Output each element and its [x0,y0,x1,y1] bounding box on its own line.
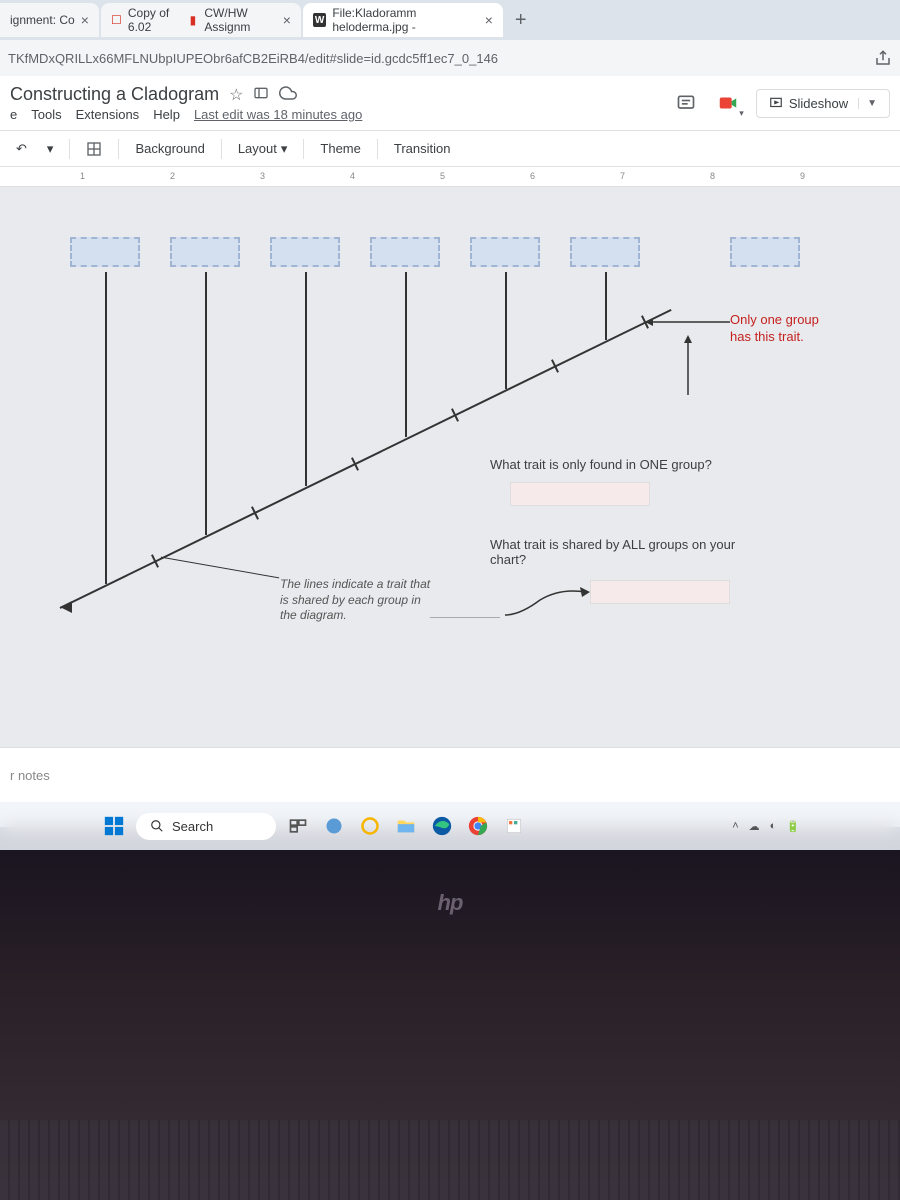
windows-taskbar: Search ˄ ☁ ◐ 🔋 [0,802,900,850]
layout-button[interactable]: Layout ▾ [230,137,296,161]
branch-line [205,272,207,535]
close-icon[interactable]: × [283,12,291,28]
arrow-icon [60,599,100,615]
meet-icon[interactable]: ▾ [714,89,742,117]
taxon-box[interactable] [370,237,440,267]
ruler-mark: 1 [80,171,85,181]
taxon-box[interactable] [170,237,240,267]
ruler: 1 2 3 4 5 6 7 8 9 [0,167,900,187]
wikipedia-icon: W [313,13,326,27]
taskbar-app-icon[interactable] [356,812,384,840]
dropdown-icon[interactable]: ▾ [39,137,62,161]
system-tray[interactable]: ˄ ☁ ◐ 🔋 [732,820,800,833]
file-explorer-icon[interactable] [392,812,420,840]
chrome-icon[interactable] [464,812,492,840]
branch-line [305,272,307,486]
connector-line [161,557,279,579]
arrow-icon [678,335,698,395]
taxon-box[interactable] [70,237,140,267]
ruler-mark: 9 [800,171,805,181]
annotation-only-one: Only one group has this trait. [730,312,860,346]
tab-label: ignment: Co [10,13,75,27]
laptop-bezel: hp [0,850,900,1200]
notes-placeholder: r notes [10,768,50,783]
taxon-box[interactable] [570,237,640,267]
browser-tab[interactable]: W File:Kladoramm heloderma.jpg - × [303,3,503,37]
browser-tab[interactable]: ☐ Copy of 6.02 ▮ CW/HW Assignm × [101,3,301,37]
arrow-icon [645,307,730,337]
ruler-mark: 8 [710,171,715,181]
branch-line [405,272,407,437]
toolbar: ↶ ▾ Background Layout ▾ Theme Transition [0,131,900,167]
taskbar-app-icon[interactable] [500,812,528,840]
comments-icon[interactable] [672,89,700,117]
windows-start-icon[interactable] [100,812,128,840]
grid-icon[interactable] [78,137,110,161]
ruler-mark: 6 [530,171,535,181]
menu-item[interactable]: e [10,107,17,122]
question-2: What trait is shared by ALL groups on yo… [490,537,860,567]
branch-line [605,272,607,340]
hp-logo: hp [438,890,463,916]
keyboard-hint [0,1120,900,1200]
answer-input-1[interactable] [510,482,650,506]
url-bar[interactable]: TKfMDxQRILLx66MFLNUbpIUPEObr6afCB2EiRB4/… [0,40,900,76]
move-icon[interactable] [253,85,269,104]
taskbar-search[interactable]: Search [136,813,276,840]
menu-extensions[interactable]: Extensions [76,107,140,122]
slideshow-label: Slideshow [789,96,848,111]
cloud-icon[interactable] [279,84,297,105]
wifi-icon[interactable]: ◐ [770,820,777,832]
checkbox-icon: ☐ [111,13,122,27]
slideshow-button[interactable]: Slideshow ▼ [756,89,890,118]
taxon-box[interactable] [730,237,800,267]
browser-tabs: ignment: Co × ☐ Copy of 6.02 ▮ CW/HW Ass… [0,0,900,40]
document-title[interactable]: Constructing a Cladogram [10,84,219,105]
close-icon[interactable]: × [81,12,89,28]
ruler-mark: 5 [440,171,445,181]
tab-label: File:Kladoramm heloderma.jpg - [332,6,478,34]
share-icon[interactable] [874,49,892,67]
url-text: TKfMDxQRILLx66MFLNUbpIUPEObr6afCB2EiRB4/… [8,51,864,66]
star-icon[interactable]: ☆ [229,85,243,105]
ruler-mark: 4 [350,171,355,181]
cloud-sync-icon[interactable]: ☁ [749,820,760,833]
ruler-mark: 2 [170,171,175,181]
answer-input-2[interactable] [590,580,730,604]
search-icon [150,819,164,833]
taxon-box[interactable] [270,237,340,267]
branch-line [105,272,107,584]
question-1: What trait is only found in ONE group? [490,457,712,472]
tab-label-suffix: CW/HW Assignm [204,6,276,34]
battery-icon[interactable]: 🔋 [786,820,800,833]
ruler-mark: 7 [620,171,625,181]
new-tab-button[interactable]: + [505,9,537,32]
ruler-mark: 3 [260,171,265,181]
last-edit-link[interactable]: Last edit was 18 minutes ago [194,107,362,122]
taxon-box[interactable] [470,237,540,267]
background-button[interactable]: Background [127,137,212,160]
app-header: Constructing a Cladogram ☆ e Tools Exten… [0,76,900,131]
arrow-icon [500,580,590,620]
slide-canvas[interactable]: Only one group has this trait. The lines… [0,187,900,747]
chevron-down-icon[interactable]: ▼ [858,98,877,109]
doc-icon: ▮ [187,13,198,27]
branch-line [505,272,507,389]
task-view-icon[interactable] [284,812,312,840]
close-icon[interactable]: × [485,12,493,28]
edge-icon[interactable] [428,812,456,840]
connector-line [430,617,500,618]
menu-help[interactable]: Help [153,107,180,122]
menu-tools[interactable]: Tools [31,107,61,122]
taskbar-app-icon[interactable] [320,812,348,840]
search-label: Search [172,819,213,834]
undo-button[interactable]: ↶ [8,137,35,161]
transition-button[interactable]: Transition [386,137,459,160]
tab-label: Copy of 6.02 [128,6,181,34]
chevron-up-icon[interactable]: ˄ [732,820,738,832]
theme-button[interactable]: Theme [312,137,368,160]
browser-tab[interactable]: ignment: Co × [0,3,99,37]
